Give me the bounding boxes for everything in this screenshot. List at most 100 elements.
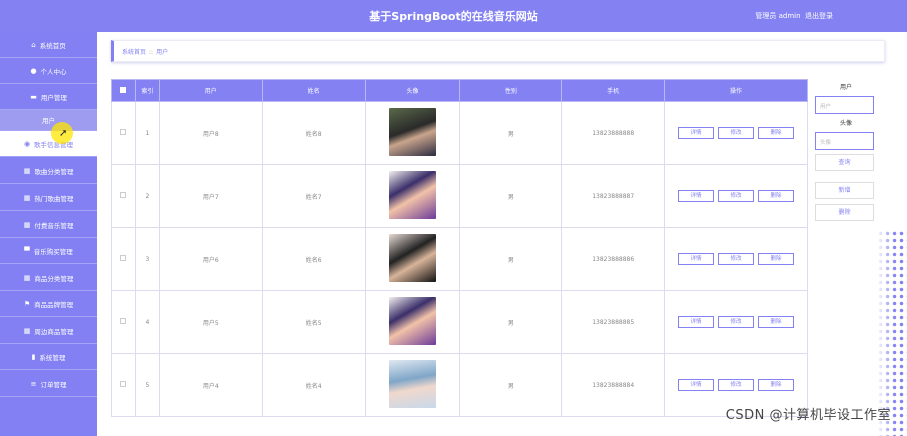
- cell-avatar: [364, 164, 461, 228]
- sidebar-item-orders[interactable]: ≡ 订单管理: [0, 371, 97, 397]
- row-checkbox[interactable]: [120, 255, 127, 261]
- avatar: [388, 108, 436, 156]
- cell-avatar: [364, 227, 461, 291]
- delete-button[interactable]: 删除: [758, 379, 795, 391]
- sidebar-item-paid-music[interactable]: ▦ 付费音乐管理: [0, 212, 97, 238]
- table-row: 5 用户4 姓名4 男 13823888884 详情 修改 删除: [111, 353, 808, 417]
- col-header-avatar: 头像: [364, 79, 461, 102]
- edit-button[interactable]: 修改: [718, 253, 755, 265]
- list-icon: ≡: [30, 379, 37, 388]
- cell-gender: 男: [459, 164, 563, 228]
- add-button[interactable]: 新增: [815, 182, 874, 199]
- row-select-cell: [111, 164, 136, 228]
- cell-gender: 男: [459, 227, 563, 291]
- grid-icon: ▦: [23, 273, 31, 282]
- edit-button[interactable]: 修改: [718, 316, 755, 328]
- cell-index: 5: [134, 353, 160, 417]
- cell-gender: 男: [459, 353, 563, 417]
- sidebar-item-goods-category[interactable]: ▦ 商品分类管理: [0, 265, 97, 291]
- detail-button[interactable]: 详情: [678, 253, 715, 265]
- cell-user: 用户7: [158, 164, 263, 228]
- grid-icon: ▦: [23, 166, 31, 175]
- sidebar-item-label: 订单管理: [40, 380, 67, 389]
- delete-button[interactable]: 删除: [758, 316, 795, 328]
- sidebar-item-goods-brand[interactable]: ⚑ 商品品牌管理: [0, 291, 97, 317]
- logout-link[interactable]: 退出登录: [805, 12, 833, 20]
- cell-index: 3: [134, 227, 160, 291]
- detail-button[interactable]: 详情: [678, 379, 715, 391]
- sidebar-item-label: 付费音乐管理: [34, 221, 74, 230]
- home-icon: ⌂: [31, 40, 36, 49]
- admin-user-label: 管理员 admin 退出登录: [755, 11, 833, 21]
- table-row: 2 用户7 姓名7 男 13823888887 详情 修改 删除: [111, 164, 808, 228]
- cell-avatar: [364, 101, 461, 165]
- sidebar-item-merch[interactable]: ▦ 周边商品管理: [0, 318, 97, 344]
- avatar-search-input[interactable]: 头像: [815, 132, 874, 150]
- avatar: [388, 234, 436, 282]
- batch-delete-button[interactable]: 删除: [815, 204, 874, 221]
- select-all-cell: [111, 79, 136, 102]
- delete-button[interactable]: 删除: [758, 190, 795, 202]
- breadcrumb-current: 用户: [156, 49, 169, 56]
- breadcrumb-home[interactable]: 系统首页: [122, 49, 146, 56]
- avatar: [388, 171, 436, 219]
- table-row: 1 用户8 姓名8 男 13823888888 详情 修改 删除: [111, 101, 808, 165]
- edit-button[interactable]: 修改: [718, 190, 755, 202]
- row-checkbox[interactable]: [120, 381, 127, 387]
- edit-button[interactable]: 修改: [718, 379, 755, 391]
- cell-actions: 详情 修改 删除: [664, 227, 808, 291]
- cell-user: 用户8: [158, 101, 263, 165]
- row-checkbox[interactable]: [120, 129, 127, 135]
- grid-icon: ▦: [23, 193, 31, 202]
- sidebar-item-label: 热门歌曲管理: [34, 194, 74, 203]
- sidebar-item-music-purchase[interactable]: ▀ 音乐购买管理: [0, 238, 97, 264]
- id-card-icon: ▬: [30, 92, 37, 101]
- bar-chart-icon: ▮: [31, 352, 36, 361]
- sidebar-item-singer-management[interactable]: ◉ 歌手信息管理: [0, 131, 97, 157]
- sidebar-item-user-management[interactable]: ▬ 用户管理: [0, 84, 97, 110]
- watermark: CSDN @计算机毕设工作室: [725, 408, 891, 423]
- sidebar-item-label: 系统首页: [39, 41, 66, 50]
- cell-avatar: [364, 353, 461, 417]
- sidebar-item-home[interactable]: ⌂ 系统首页: [0, 32, 97, 58]
- avatar: [388, 297, 436, 345]
- delete-button[interactable]: 删除: [758, 253, 795, 265]
- cell-user: 用户4: [158, 353, 263, 417]
- cell-user: 用户6: [158, 227, 263, 291]
- car-icon: ▀: [24, 246, 30, 255]
- avatar: [388, 360, 436, 408]
- avatar-search-label: 头像: [839, 120, 852, 127]
- detail-button[interactable]: 详情: [678, 316, 715, 328]
- detail-button[interactable]: 详情: [678, 127, 715, 139]
- cell-phone: 13823888885: [561, 290, 666, 354]
- sidebar-subitem-user[interactable]: 用户: [0, 110, 97, 131]
- sidebar-item-system[interactable]: ▮ 系统管理: [0, 344, 97, 370]
- grid-icon: ▦: [23, 326, 31, 335]
- delete-button[interactable]: 删除: [758, 127, 795, 139]
- query-button[interactable]: 查询: [815, 154, 874, 171]
- table-row: 4 用户5 姓名5 男 13823888885 详情 修改 删除: [111, 290, 808, 354]
- row-checkbox[interactable]: [120, 318, 127, 324]
- sidebar-item-song-category[interactable]: ▦ 歌曲分类管理: [0, 158, 97, 184]
- detail-button[interactable]: 详情: [678, 190, 715, 202]
- select-all-checkbox[interactable]: [120, 86, 127, 93]
- row-select-cell: [111, 227, 136, 291]
- col-header-name: 姓名: [261, 79, 366, 102]
- col-header-actions: 操作: [664, 79, 808, 102]
- sidebar-item-label: 个人中心: [40, 67, 67, 76]
- cell-user: 用户5: [158, 290, 263, 354]
- cell-actions: 详情 修改 删除: [664, 290, 808, 354]
- col-header-gender: 性别: [459, 79, 563, 102]
- sidebar-item-profile[interactable]: ● 个人中心: [0, 58, 97, 84]
- edit-button[interactable]: 修改: [718, 127, 755, 139]
- user-table: 索引 用户 姓名 头像 性别 手机 操作 1 用户8 姓名8 男 1382388…: [111, 79, 808, 417]
- sidebar-item-label: 周边商品管理: [34, 327, 74, 336]
- user-search-input[interactable]: 用户: [815, 96, 874, 114]
- cell-name: 姓名4: [261, 353, 366, 417]
- breadcrumb: 系统首页:: 用户: [111, 40, 885, 62]
- mouse-pointer-icon: ➚: [59, 128, 68, 139]
- top-bar: 基于SpringBoot的在线音乐网站 管理员 admin 退出登录: [0, 0, 907, 32]
- table-row: 3 用户6 姓名6 男 13823888886 详情 修改 删除: [111, 227, 808, 291]
- sidebar-item-hot-songs[interactable]: ▦ 热门歌曲管理: [0, 185, 97, 211]
- row-checkbox[interactable]: [120, 192, 127, 198]
